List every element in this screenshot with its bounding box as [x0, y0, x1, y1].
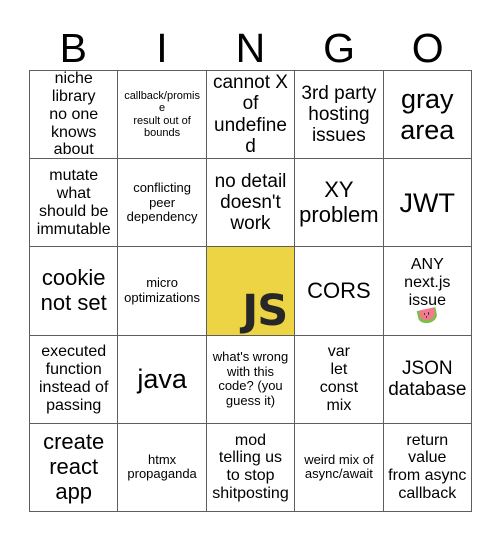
bingo-cell-label: cannot X of undefined: [212, 72, 288, 157]
bingo-cell[interactable]: create react app: [30, 423, 119, 512]
bingo-cell[interactable]: niche library no one knows about: [30, 71, 119, 160]
bingo-cell-label: return value from async callback: [388, 431, 467, 503]
bingo-cell-label: gray area: [400, 84, 455, 145]
bingo-card: B I N G O niche library no one knows about ca…: [0, 0, 500, 544]
js-logo-label: JS: [242, 285, 288, 336]
bingo-cell[interactable]: cannot X of undefined: [206, 71, 296, 160]
bingo-cell-label: mod telling us to stop shitposting: [212, 431, 289, 503]
bingo-cell[interactable]: executed function instead of passing: [30, 335, 119, 424]
bingo-cell[interactable]: weird mix of async/await: [295, 423, 384, 512]
bingo-header-letter-o: O: [411, 25, 444, 71]
bingo-cell-label: mutate what should be immutable: [36, 166, 111, 238]
bingo-cell-label: create react app: [43, 429, 105, 504]
bingo-cell-label: var let const mix: [319, 343, 359, 415]
bingo-cell-label: XY problem: [299, 177, 379, 227]
bingo-header-letter-b: B: [59, 25, 87, 71]
watermelon-emoji: [416, 307, 439, 326]
bingo-cell[interactable]: what's wrong with this code? (you guess …: [206, 335, 296, 424]
bingo-cell-label: what's wrong with this code? (you guess …: [212, 349, 289, 408]
bingo-cell[interactable]: XY problem: [295, 159, 384, 248]
bingo-header-letter-g: G: [323, 25, 356, 71]
bingo-header-row: BINGO: [29, 14, 472, 70]
bingo-grid: niche library no one knows about callback…: [29, 70, 472, 512]
bingo-cell[interactable]: JWT: [383, 159, 472, 248]
bingo-cell-label: conflicting peer dependency: [126, 179, 198, 225]
bingo-cell[interactable]: java: [118, 335, 207, 424]
bingo-cell[interactable]: return value from async callback: [383, 423, 472, 512]
bingo-cell[interactable]: JSON database: [383, 335, 472, 424]
bingo-cell[interactable]: ANY next.js issue: [383, 247, 472, 336]
bingo-cell[interactable]: CORS: [295, 247, 384, 336]
bingo-cell-label: niche library no one knows about: [49, 71, 99, 159]
bingo-cell[interactable]: gray area: [383, 71, 472, 160]
bingo-cell-label: java: [137, 364, 187, 395]
bingo-cell[interactable]: mod telling us to stop shitposting: [206, 423, 296, 512]
bingo-cell[interactable]: conflicting peer dependency: [118, 159, 207, 248]
bingo-cell[interactable]: micro optimizations: [118, 247, 207, 336]
bingo-cell-label: JWT: [399, 187, 456, 218]
bingo-cell-label: JSON database: [388, 357, 467, 401]
bingo-cell-label: cookie not set: [40, 265, 107, 315]
bingo-cell[interactable]: htmx propaganda: [118, 423, 207, 512]
bingo-cell-label: micro optimizations: [124, 275, 201, 305]
bingo-cell[interactable]: no detail doesn't work: [206, 159, 296, 248]
js-logo-icon: JS: [206, 247, 295, 336]
bingo-cell-label: callback/promise result out of bounds: [124, 89, 200, 139]
bingo-cell-label: weird mix of async/await: [304, 451, 374, 482]
bingo-cell-label: ANY next.js issue: [387, 256, 468, 327]
bingo-cell[interactable]: cookie not set: [30, 247, 119, 336]
bingo-cell[interactable]: callback/promise result out of bounds: [118, 71, 207, 160]
bingo-header-letter-n: N: [235, 25, 266, 71]
bingo-cell-label: htmx propaganda: [127, 451, 197, 482]
bingo-cell[interactable]: 3rd party hosting issues: [295, 71, 384, 160]
bingo-cell-label: 3rd party hosting issues: [301, 82, 377, 147]
bingo-header-letter-i: I: [156, 25, 168, 71]
bingo-free-space-cell[interactable]: JS: [206, 247, 296, 336]
bingo-cell-label: CORS: [307, 277, 371, 303]
emoji-line: [387, 307, 468, 326]
bingo-cell-label: executed function instead of passing: [39, 343, 109, 415]
bingo-cell[interactable]: mutate what should be immutable: [30, 159, 119, 248]
bingo-cell-label: no detail doesn't work: [214, 170, 287, 235]
bingo-cell[interactable]: var let const mix: [295, 335, 384, 424]
